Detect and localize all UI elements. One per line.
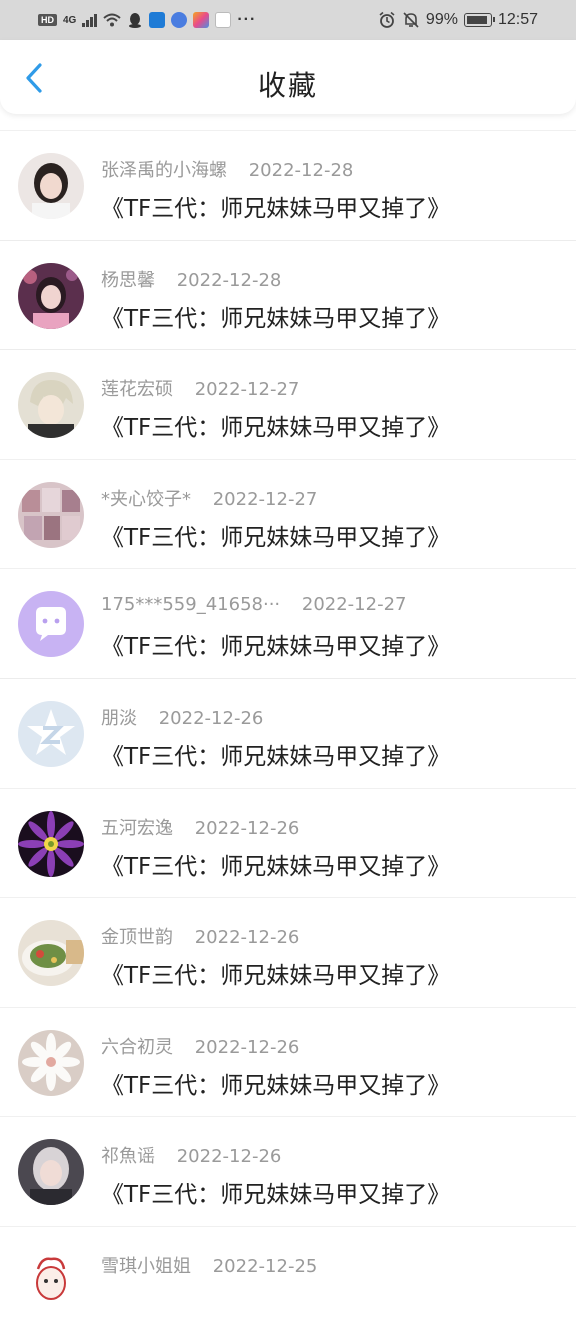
status-right: 99% 12:57 [378,11,538,29]
item-meta: *夹心饺子* 2022-12-27 [101,485,566,511]
item-meta: 祁魚谣 2022-12-26 [101,1142,566,1168]
item-date: 2022-12-28 [176,269,282,291]
user-name: 五河宏逸 [101,817,173,839]
book-title: 《TF三代：师兄妹妹马甲又掉了》 [101,634,451,661]
qq-icon [129,13,142,28]
user-name: 杨思馨 [101,269,155,291]
book-title: 《TF三代：师兄妹妹马甲又掉了》 [101,743,451,770]
book-title: 《TF三代：师兄妹妹马甲又掉了》 [101,1182,451,1209]
item-meta: 五河宏逸 2022-12-26 [101,814,566,840]
item-date: 2022-12-27 [212,488,318,510]
list-item[interactable]: 五河宏逸 2022-12-26 《TF三代：师兄妹妹马甲又掉了》 [0,787,576,898]
user-name: 张泽禹的小海螺 [101,160,227,181]
item-date: 2022-12-25 [212,1255,318,1277]
status-bar: HD 4G ··· 99% 12:57 [0,0,576,40]
battery-icon [463,13,495,27]
avatar [18,262,84,329]
item-date: 2022-12-27 [301,594,407,616]
item-meta: 朋淡 2022-12-26 [101,704,566,730]
item-date: 2022-12-27 [194,379,300,401]
favorites-list: 张泽禹的小海螺 2022-12-28 《TF三代：师兄妹妹马甲又掉了》 杨思馨 … [0,130,576,1336]
more-notifications-icon: ··· [237,11,257,28]
list-item[interactable]: 张泽禹的小海螺 2022-12-28 《TF三代：师兄妹妹马甲又掉了》 [0,130,576,240]
item-date: 2022-12-26 [194,927,300,949]
user-name: 六合初灵 [101,1036,173,1058]
user-name: *夹心饺子* [101,488,191,510]
clock: 12:57 [497,11,538,28]
network-type: 4G [63,14,77,26]
avatar [18,920,84,987]
item-meta: 175***559_41658··· 2022-12-27 [101,594,566,615]
battery-percent: 99% [425,11,458,28]
user-name: 金顶世韵 [101,927,173,949]
alarm-icon [379,11,395,28]
avatar [18,810,84,877]
avatar [18,1248,84,1315]
book-title: 《TF三代：师兄妹妹马甲又掉了》 [101,1072,451,1099]
status-left: HD 4G ··· [38,11,256,29]
user-name: 莲花宏硕 [101,379,173,401]
item-date: 2022-12-26 [194,1036,300,1058]
book-title: 《TF三代：师兄妹妹马甲又掉了》 [101,415,451,442]
item-date: 2022-12-26 [158,707,264,729]
list-item[interactable]: 杨思馨 2022-12-28 《TF三代：师兄妹妹马甲又掉了》 [0,239,576,350]
list-item[interactable]: 六合初灵 2022-12-26 《TF三代：师兄妹妹马甲又掉了》 [0,1006,576,1117]
item-date: 2022-12-28 [248,160,354,181]
item-meta: 雪琪小姐姐 2022-12-25 [101,1252,566,1278]
avatar [18,591,84,658]
avatar [18,372,84,439]
list-item[interactable]: 雪琪小姐姐 2022-12-25 [0,1225,576,1336]
avatar [18,481,84,548]
book-title: 《TF三代：师兄妹妹马甲又掉了》 [101,963,451,990]
item-meta: 张泽禹的小海螺 2022-12-28 [101,156,566,182]
list-item[interactable]: 175***559_41658··· 2022-12-27 《TF三代：师兄妹妹… [0,568,576,678]
app-icon-white [215,12,232,28]
avatar [18,153,84,219]
user-name: 175***559_41658··· [101,594,281,616]
page-title: 收藏 [257,69,318,102]
list-item[interactable]: 朋淡 2022-12-26 《TF三代：师兄妹妹马甲又掉了》 [0,677,576,788]
list-item[interactable]: 金顶世韵 2022-12-26 《TF三代：师兄妹妹马甲又掉了》 [0,897,576,1007]
app-icon-colorful [193,12,210,28]
item-date: 2022-12-26 [176,1146,282,1168]
list-item[interactable]: 祁魚谣 2022-12-26 《TF三代：师兄妹妹马甲又掉了》 [0,1116,576,1226]
app-icon-blue [149,12,166,28]
avatar [18,1139,84,1206]
book-title: 《TF三代：师兄妹妹马甲又掉了》 [101,305,451,332]
app-icon-music [171,12,188,28]
book-title: 《TF三代：师兄妹妹马甲又掉了》 [101,853,451,880]
user-name: 朋淡 [101,707,137,729]
avatar [18,700,84,767]
list-item[interactable]: *夹心饺子* 2022-12-27 《TF三代：师兄妹妹马甲又掉了》 [0,458,576,569]
item-date: 2022-12-26 [194,817,300,839]
item-meta: 金顶世韵 2022-12-26 [101,923,566,949]
wifi-icon [103,13,122,27]
user-name: 祁魚谣 [101,1146,155,1168]
item-meta: 杨思馨 2022-12-28 [101,266,566,292]
hd-badge: HD [38,14,57,26]
header: 收藏 [0,40,576,114]
item-meta: 六合初灵 2022-12-26 [101,1033,566,1059]
list-item[interactable]: 莲花宏硕 2022-12-27 《TF三代：师兄妹妹马甲又掉了》 [0,349,576,459]
avatar [18,1029,84,1096]
item-meta: 莲花宏硕 2022-12-27 [101,375,566,401]
mute-bell-icon [403,12,419,28]
book-title: 《TF三代：师兄妹妹马甲又掉了》 [101,196,451,222]
book-title: 《TF三代：师兄妹妹马甲又掉了》 [101,524,451,551]
signal-icon [82,13,98,27]
user-name: 雪琪小姐姐 [101,1255,191,1277]
